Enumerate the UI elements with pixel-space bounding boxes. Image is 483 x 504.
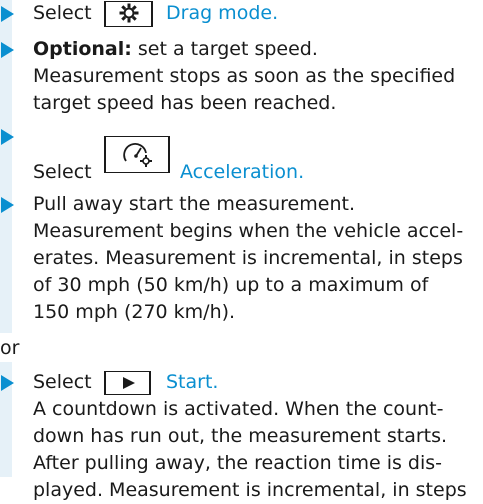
step-line: A countdown is activated. When the count… bbox=[33, 398, 444, 420]
instruction-page: Select Drag mode. Optional: set a target… bbox=[0, 0, 483, 501]
acceleration-link[interactable]: Acceleration. bbox=[180, 159, 304, 186]
step-line: of 30 mph (50 km/h) up to a maximum of bbox=[33, 274, 429, 296]
step-line: Select bbox=[33, 369, 92, 396]
play-icon bbox=[123, 377, 135, 389]
drag-mode-key[interactable] bbox=[104, 1, 153, 27]
step-bullet-icon bbox=[1, 6, 14, 22]
start-link[interactable]: Start. bbox=[166, 369, 218, 396]
step-line: Pull away start the measurement. bbox=[33, 193, 355, 215]
step-line: Select bbox=[33, 0, 92, 27]
step-line: played. Measurement is incremental, in s… bbox=[33, 479, 467, 501]
optional-label: Optional: bbox=[33, 38, 132, 60]
acceleration-key[interactable] bbox=[104, 136, 170, 173]
start-key[interactable] bbox=[104, 371, 151, 395]
select-label: Select bbox=[33, 161, 92, 183]
step-bullet-icon bbox=[1, 129, 14, 145]
step-bullet-icon bbox=[1, 197, 14, 213]
step-line: erates. Measurement is incremental, in s… bbox=[33, 247, 463, 269]
step-line: Measurement stops as soon as the specifi… bbox=[33, 65, 456, 87]
step-line: 150 mph (270 km/h). bbox=[33, 301, 236, 323]
or-separator: or bbox=[0, 337, 20, 359]
drag-mode-link[interactable]: Drag mode. bbox=[166, 0, 278, 27]
gear-icon bbox=[119, 3, 139, 23]
step-line: target speed has been reached. bbox=[33, 92, 337, 114]
step-bullet-icon bbox=[1, 375, 14, 391]
step-line: down has run out, the measurement starts… bbox=[33, 425, 448, 447]
step-bullet-icon bbox=[1, 42, 14, 58]
select-label: Select bbox=[33, 2, 92, 24]
step-line: Optional: set a target speed. bbox=[33, 36, 318, 63]
select-label: Select bbox=[33, 371, 92, 393]
step-line: Select bbox=[33, 159, 92, 186]
step-line: Measurement begins when the vehicle acce… bbox=[33, 220, 464, 242]
optional-text: set a target speed. bbox=[131, 38, 318, 60]
speedometer-gear-icon bbox=[123, 143, 152, 167]
step-line: After pulling away, the reaction time is… bbox=[33, 452, 443, 474]
